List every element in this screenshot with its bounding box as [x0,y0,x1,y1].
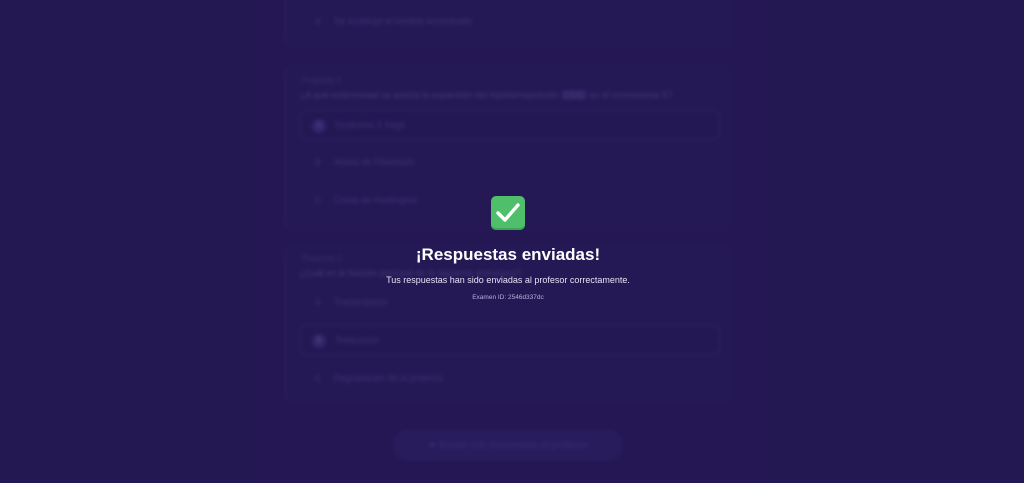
success-message: Tus respuestas han sido enviadas al prof… [386,275,630,285]
check-mark-glyph [496,203,520,222]
success-title: ¡Respuestas enviadas! [415,245,601,264]
success-modal: ¡Respuestas enviadas! Tus respuestas han… [312,196,712,316]
page: d Se sustituye el sentido encontrado Pre… [0,0,1024,483]
exam-id-label: Examen ID: 2546d337dc [472,294,544,301]
check-mark-icon [491,196,525,230]
